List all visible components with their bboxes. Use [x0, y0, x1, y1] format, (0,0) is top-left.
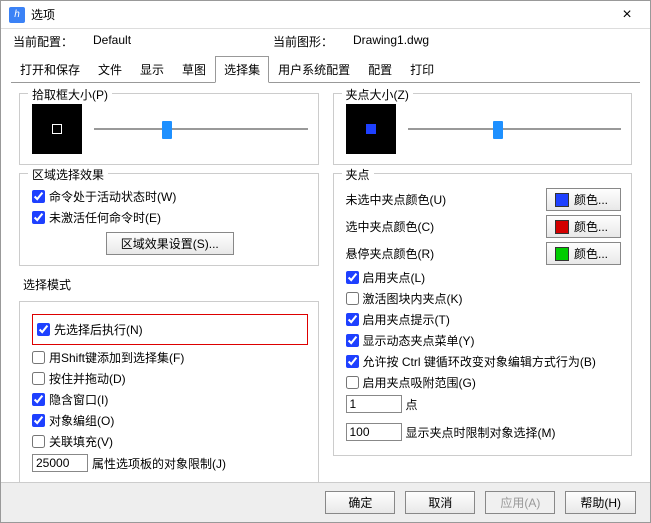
- range-input[interactable]: [346, 395, 402, 413]
- current-config-value: Default: [93, 33, 273, 50]
- enable-grips[interactable]: 启用夹点(L): [346, 269, 622, 286]
- mode-assoc-hatch[interactable]: 关联填充(V): [32, 433, 308, 450]
- tab-draft[interactable]: 草图: [173, 56, 215, 83]
- area-settings-button[interactable]: 区域效果设置(S)...: [106, 232, 234, 255]
- apply-button[interactable]: 应用(A): [485, 491, 555, 514]
- range-label: 点: [406, 396, 418, 413]
- mode-noun-verb[interactable]: 先选择后执行(N): [37, 321, 303, 338]
- hover-color-button[interactable]: 颜色...: [546, 242, 621, 265]
- grip-tips[interactable]: 启用夹点提示(T): [346, 311, 622, 328]
- tab-profile[interactable]: 配置: [359, 56, 401, 83]
- current-drawing-label: 当前图形：: [273, 33, 353, 50]
- ok-button[interactable]: 确定: [325, 491, 395, 514]
- gripsize-legend: 夹点大小(Z): [342, 86, 413, 103]
- tab-bar: 打开和保存 文件 显示 草图 选择集 用户系统配置 配置 打印: [1, 56, 650, 83]
- area-legend: 区域选择效果: [28, 166, 108, 183]
- pickbox-legend: 拾取框大小(P): [28, 86, 112, 103]
- current-config-label: 当前配置：: [13, 33, 93, 50]
- selected-color-button[interactable]: 颜色...: [546, 215, 621, 238]
- mode-shift-add[interactable]: 用Shift键添加到选择集(F): [32, 349, 308, 366]
- gripsize-slider[interactable]: [408, 119, 622, 139]
- display-limit-input[interactable]: [346, 423, 402, 441]
- selected-color-label: 选中夹点颜色(C): [346, 218, 435, 235]
- grips-legend: 夹点: [342, 166, 374, 183]
- help-button[interactable]: 帮助(H): [565, 491, 636, 514]
- grip-snap-range[interactable]: 启用夹点吸附范围(G): [346, 374, 622, 391]
- pickbox-group: 拾取框大小(P): [19, 93, 319, 165]
- unselected-color-button[interactable]: 颜色...: [546, 188, 621, 211]
- dyn-grip-menu[interactable]: 显示动态夹点菜单(Y): [346, 332, 622, 349]
- select-mode-group: 先选择后执行(N) 用Shift键添加到选择集(F) 按住并拖动(D) 隐含窗口…: [19, 301, 319, 487]
- hover-color-label: 悬停夹点颜色(R): [346, 245, 435, 262]
- close-icon[interactable]: ×: [612, 6, 642, 24]
- gripsize-preview: [346, 104, 396, 154]
- app-icon: h: [9, 7, 25, 23]
- tab-files[interactable]: 文件: [89, 56, 131, 83]
- block-grips[interactable]: 激活图块内夹点(K): [346, 290, 622, 307]
- area-opt-active[interactable]: 命令处于活动状态时(W): [32, 188, 308, 205]
- pickbox-preview: [32, 104, 82, 154]
- grips-group: 夹点 未选中夹点颜色(U) 颜色... 选中夹点颜色(C) 颜色... 悬停夹点…: [333, 173, 633, 456]
- mode-legend: 选择模式: [23, 276, 319, 293]
- ctrl-cycle[interactable]: 允许按 Ctrl 键循环改变对象编辑方式行为(B): [346, 353, 622, 370]
- cancel-button[interactable]: 取消: [405, 491, 475, 514]
- display-limit-label: 显示夹点时限制对象选择(M): [406, 424, 556, 441]
- unselected-color-label: 未选中夹点颜色(U): [346, 191, 447, 208]
- highlight-rect: 先选择后执行(N): [32, 314, 308, 345]
- mode-object-group[interactable]: 对象编组(O): [32, 412, 308, 429]
- current-drawing-value: Drawing1.dwg: [353, 33, 533, 50]
- tab-user-pref[interactable]: 用户系统配置: [269, 56, 359, 83]
- tab-print[interactable]: 打印: [401, 56, 443, 83]
- tab-open-save[interactable]: 打开和保存: [11, 56, 89, 83]
- area-opt-inactive[interactable]: 未激活任何命令时(E): [32, 209, 308, 226]
- gripsize-group: 夹点大小(Z): [333, 93, 633, 165]
- pickbox-slider[interactable]: [94, 119, 308, 139]
- limit-label: 属性选项板的对象限制(J): [92, 455, 226, 472]
- limit-input[interactable]: [32, 454, 88, 472]
- mode-press-drag[interactable]: 按住并拖动(D): [32, 370, 308, 387]
- window-title: 选项: [31, 6, 612, 23]
- tab-display[interactable]: 显示: [131, 56, 173, 83]
- area-select-group: 区域选择效果 命令处于活动状态时(W) 未激活任何命令时(E) 区域效果设置(S…: [19, 173, 319, 266]
- mode-implied-window[interactable]: 隐含窗口(I): [32, 391, 308, 408]
- tab-selection[interactable]: 选择集: [215, 56, 269, 83]
